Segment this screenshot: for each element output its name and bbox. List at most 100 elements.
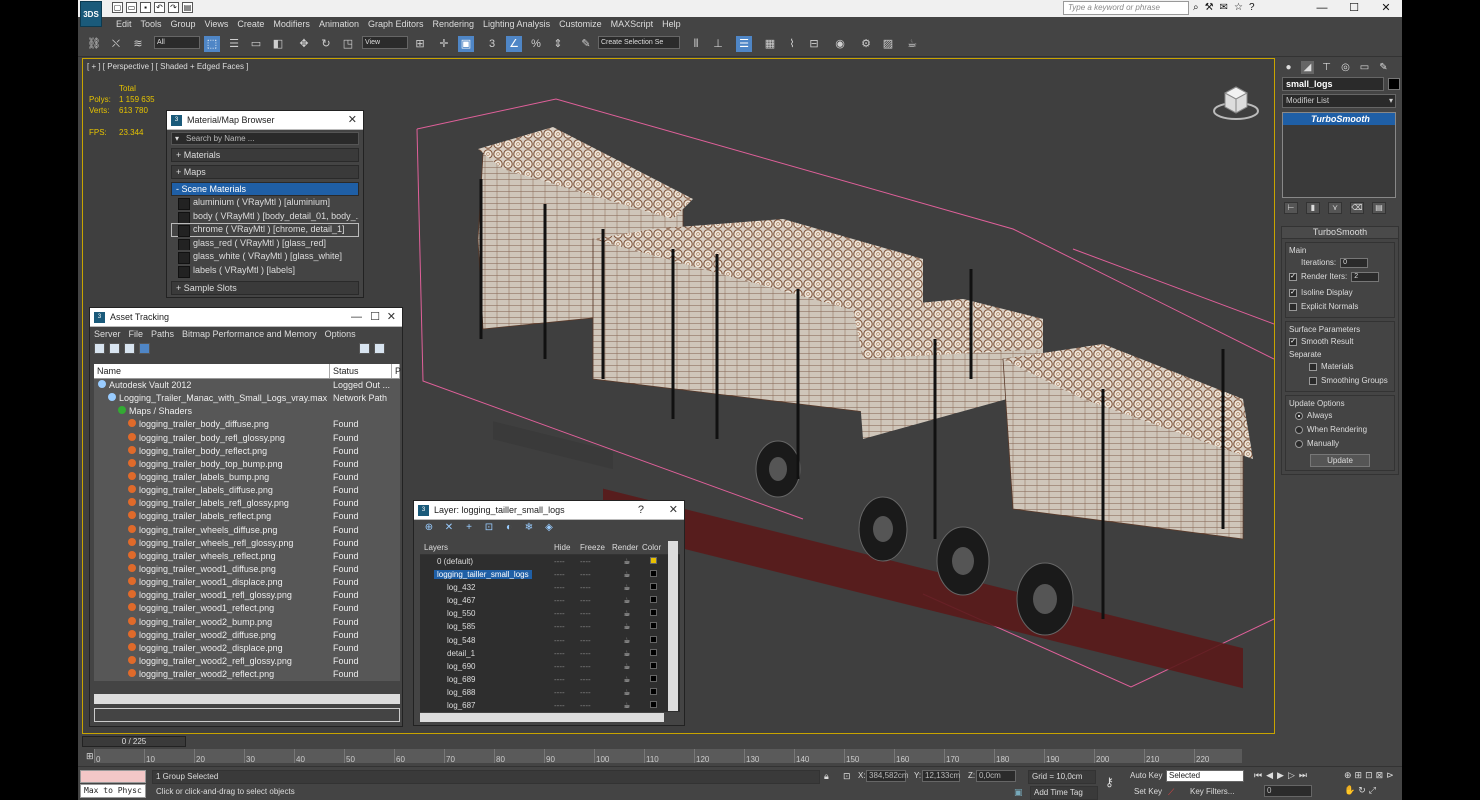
iterations-spinner[interactable]: 0 xyxy=(1340,258,1369,268)
layer-color-swatch[interactable] xyxy=(650,674,657,682)
freeze-toggle[interactable]: ---- xyxy=(580,555,612,568)
auto-key-selection-dropdown[interactable]: Selected xyxy=(1166,770,1244,782)
scale-icon[interactable]: ◳ xyxy=(340,36,356,52)
layer-color-swatch[interactable] xyxy=(650,609,657,617)
menu-animation[interactable]: Animation xyxy=(319,17,368,32)
menu-tools[interactable]: Tools xyxy=(141,17,171,32)
named-selection-set-dropdown[interactable]: Create Selection Se xyxy=(598,36,680,49)
keyboard-shortcut-icon[interactable]: ▣ xyxy=(458,36,474,52)
snap-toggle-icon[interactable]: 3 xyxy=(484,36,500,52)
layer-row[interactable]: log_548 ---- ---- ☕ xyxy=(420,633,680,647)
rollout-title[interactable]: TurboSmooth xyxy=(1282,227,1398,239)
hierarchy-tab-icon[interactable]: ⊤ xyxy=(1320,61,1333,74)
schematic-view-icon[interactable]: ⊟ xyxy=(806,36,822,52)
list-view-icon[interactable] xyxy=(109,343,120,354)
link-icon[interactable]: ⛓ xyxy=(86,36,102,52)
asset-row[interactable]: logging_trailer_wood2_displace.png Found xyxy=(94,641,400,655)
curve-editor-icon[interactable]: ⌇ xyxy=(784,36,800,52)
layer-color-swatch[interactable] xyxy=(650,687,657,695)
menu-modifiers[interactable]: Modifiers xyxy=(273,17,319,32)
viewcube-icon[interactable] xyxy=(1213,81,1259,121)
motion-tab-icon[interactable]: ◎ xyxy=(1339,61,1352,74)
asset-row[interactable]: logging_trailer_labels_refl_glossy.png Fo… xyxy=(94,497,400,511)
go-to-end-icon[interactable]: ⏭ xyxy=(1299,769,1307,781)
material-item[interactable]: body ( VRayMtl ) [body_detail_01, body_.… xyxy=(171,210,359,224)
help-icon[interactable]: ? xyxy=(1249,2,1255,14)
col-freeze[interactable]: Freeze xyxy=(580,541,612,554)
render-iters-spinner[interactable]: 2 xyxy=(1351,272,1380,282)
render-teapot-icon[interactable]: ☕ xyxy=(612,686,642,699)
layer-color-swatch[interactable] xyxy=(650,583,657,591)
layer-color-swatch[interactable] xyxy=(650,570,657,578)
menu-maxscript[interactable]: MAXScript xyxy=(611,17,663,32)
hide-toggle[interactable]: ---- xyxy=(554,634,580,647)
col-layers[interactable]: Layers xyxy=(420,541,554,554)
asset-row[interactable]: logging_trailer_wood2_bump.png Found xyxy=(94,615,400,629)
freeze-toggle[interactable]: ---- xyxy=(580,686,612,699)
hide-toggle[interactable]: ---- xyxy=(554,673,580,686)
close-icon[interactable]: ✕ xyxy=(669,501,678,520)
render-teapot-icon[interactable]: ☕ xyxy=(612,555,642,568)
next-frame-icon[interactable]: ▷ xyxy=(1288,769,1295,781)
zoom-extents-icon[interactable]: ⊡ xyxy=(1365,769,1373,781)
asset-row[interactable]: logging_trailer_wood1_reflect.png Found xyxy=(94,602,400,616)
timeline-track[interactable]: 0 10 20 30 40 50 60 70 80 90 100 110 120 130 140 150 160… xyxy=(94,749,1242,764)
mini-curve-editor-icon[interactable]: ⊞ xyxy=(86,750,94,762)
orbit-icon[interactable]: ↻ xyxy=(1358,784,1366,796)
redo-icon[interactable]: ↷ xyxy=(168,2,179,13)
smoothing-groups-checkbox[interactable] xyxy=(1309,377,1317,385)
zoom-icon[interactable]: ⊕ xyxy=(1344,769,1352,781)
maximize-viewport-icon[interactable]: ⤢ xyxy=(1369,784,1376,796)
freeze-toggle[interactable]: ---- xyxy=(580,620,612,633)
rollout-sample-slots[interactable]: + Sample Slots xyxy=(171,281,359,295)
ribbon-icon[interactable]: ▦ xyxy=(762,36,778,52)
layer-row[interactable]: log_550 ---- ---- ☕ xyxy=(420,607,680,621)
render-teapot-icon[interactable]: ☕ xyxy=(612,594,642,607)
move-icon[interactable]: ✥ xyxy=(296,36,312,52)
y-coordinate-field[interactable]: 12,133cm xyxy=(922,770,960,782)
update-button[interactable]: Update xyxy=(1310,454,1370,467)
asset-row[interactable]: logging_trailer_body_diffuse.png Found xyxy=(94,418,400,432)
rollout-scene-materials[interactable]: - Scene Materials xyxy=(171,182,359,196)
col-p[interactable]: P xyxy=(392,364,401,378)
rendered-frame-icon[interactable]: ▨ xyxy=(880,36,896,52)
render-teapot-icon[interactable]: ☕ xyxy=(612,647,642,660)
freeze-toggle[interactable]: ---- xyxy=(580,699,612,712)
manipulate-icon[interactable]: ✛ xyxy=(436,36,452,52)
delete-icon[interactable]: ✕ xyxy=(442,522,456,534)
search-icon[interactable]: ⌕ xyxy=(1193,2,1199,14)
hide-toggle[interactable]: ---- xyxy=(554,555,580,568)
freeze-toggle[interactable]: ---- xyxy=(580,581,612,594)
freeze-toggle[interactable]: ---- xyxy=(580,634,612,647)
window-crossing-icon[interactable]: ◧ xyxy=(270,36,286,52)
freeze-toggle[interactable]: ---- xyxy=(580,568,612,581)
render-teapot-icon[interactable]: ☕ xyxy=(612,660,642,673)
add-icon[interactable]: + xyxy=(462,522,476,534)
close-icon[interactable]: ✕ xyxy=(387,308,396,327)
layer-row[interactable]: log_432 ---- ---- ☕ xyxy=(420,581,680,595)
hide-toggle[interactable]: ---- xyxy=(554,568,580,581)
ref-coord-dropdown[interactable]: View xyxy=(362,36,408,49)
current-frame-field[interactable]: 0 xyxy=(1264,785,1312,797)
render-teapot-icon[interactable]: ☕ xyxy=(612,673,642,686)
layer-row[interactable]: 0 (default) ---- ---- ☕ xyxy=(420,555,680,569)
star-icon[interactable]: ☆ xyxy=(1234,2,1243,14)
menu-create[interactable]: Create xyxy=(237,17,273,32)
rotate-icon[interactable]: ↻ xyxy=(318,36,334,52)
layer-row[interactable]: log_690 ---- ---- ☕ xyxy=(420,659,680,673)
isoline-checkbox[interactable]: ✓ xyxy=(1289,289,1297,297)
render-teapot-icon[interactable]: ☕ xyxy=(612,620,642,633)
help-icon[interactable] xyxy=(359,343,370,354)
menu-server[interactable]: Server xyxy=(94,327,121,341)
menu-bitmap-performance[interactable]: Bitmap Performance and Memory xyxy=(182,327,317,341)
col-hide[interactable]: Hide xyxy=(554,541,580,554)
select-object-icon[interactable]: ⬚ xyxy=(204,36,220,52)
new-file-icon[interactable]: ▢ xyxy=(112,2,123,13)
freeze-toggle[interactable]: ---- xyxy=(580,594,612,607)
select-by-name-icon[interactable]: ☰ xyxy=(226,36,242,52)
render-setup-icon[interactable]: ⚙ xyxy=(858,36,874,52)
material-search-input[interactable]: ▾ Search by Name ... xyxy=(171,132,359,145)
freeze-toggle[interactable]: ---- xyxy=(580,673,612,686)
play-icon[interactable]: ▶ xyxy=(1277,769,1284,781)
previous-frame-icon[interactable]: ◀ xyxy=(1266,769,1273,781)
